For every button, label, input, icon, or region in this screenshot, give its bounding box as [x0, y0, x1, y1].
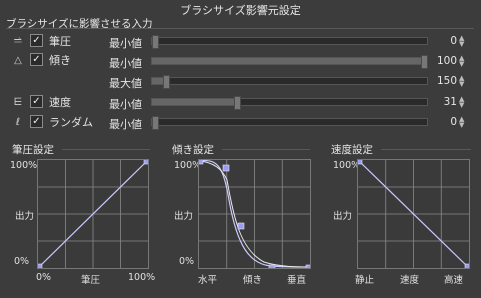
- random-icon: ℓ: [15, 117, 21, 128]
- section-divider: [6, 28, 474, 29]
- tilt-control-point: [222, 164, 230, 172]
- pen-pressure-icon: ⥬: [14, 35, 22, 46]
- speed-x-right: 高速: [444, 275, 464, 286]
- speed-graph-title: 速度設定: [331, 144, 373, 156]
- pressure-min-label: 最小値: [109, 37, 142, 50]
- tilt-control-point: [305, 264, 310, 268]
- speed-checkbox[interactable]: ✓: [30, 95, 43, 108]
- pressure-label: 筆圧: [49, 35, 71, 48]
- spin-down-icon[interactable]: ▼: [459, 41, 467, 48]
- spin-down-icon[interactable]: ▼: [459, 122, 467, 129]
- slider-thumb[interactable]: [162, 75, 170, 89]
- spin-down-icon[interactable]: ▼: [459, 81, 467, 88]
- tilt-graph-divider: [222, 149, 310, 150]
- pressure-min-value[interactable]: 0: [427, 35, 457, 47]
- pressure-y-bottom: 0%: [14, 256, 30, 267]
- random-min-spinner[interactable]: ▲ ▼: [459, 116, 467, 129]
- pressure-control-point: [143, 160, 148, 165]
- tilt-x-right: 垂直: [287, 275, 307, 286]
- pressure-min-spinner[interactable]: ▲ ▼: [459, 35, 467, 48]
- tilt-checkbox[interactable]: ✓: [30, 53, 43, 66]
- tilt-max-slider[interactable]: [151, 75, 428, 89]
- tilt-label: 傾き: [49, 54, 71, 67]
- spin-down-icon[interactable]: ▼: [459, 102, 467, 109]
- slider-fill: [152, 58, 427, 64]
- spin-down-icon[interactable]: ▼: [459, 61, 467, 68]
- speed-min-spinner[interactable]: ▲ ▼: [459, 96, 467, 109]
- tilt-max-value[interactable]: 150: [427, 75, 457, 87]
- speed-x-left: 静止: [355, 275, 375, 286]
- pressure-min-slider[interactable]: [151, 35, 428, 49]
- pressure-graph-divider: [62, 149, 150, 150]
- tilt-curve-graph[interactable]: [198, 159, 311, 269]
- tilt-control-point: [268, 264, 276, 268]
- random-checkbox[interactable]: ✓: [30, 115, 43, 128]
- speed-min-value[interactable]: 31: [427, 96, 457, 108]
- tilt-control-point: [199, 160, 204, 165]
- tilt-min-spinner[interactable]: ▲ ▼: [459, 55, 467, 68]
- tilt-y-mid: 出力: [174, 211, 194, 222]
- tilt-x-left: 水平: [198, 275, 218, 286]
- tilt-max-spinner[interactable]: ▲ ▼: [459, 75, 467, 88]
- tilt-min-label: 最小値: [109, 57, 142, 70]
- tilt-graph-title: 傾き設定: [172, 144, 214, 156]
- slider-thumb[interactable]: [152, 35, 159, 49]
- pressure-control-point: [38, 263, 43, 268]
- slider-fill: [152, 99, 238, 105]
- pressure-graph-title: 筆圧設定: [12, 144, 54, 156]
- random-min-label: 最小値: [109, 118, 142, 131]
- speed-control-point: [464, 263, 469, 268]
- pressure-checkbox[interactable]: ✓: [30, 34, 43, 47]
- slider-thumb[interactable]: [152, 116, 159, 130]
- tilt-min-slider[interactable]: [151, 55, 428, 69]
- slider-thumb[interactable]: [234, 96, 242, 110]
- pressure-x-mid: 筆圧: [81, 275, 101, 286]
- speed-min-label: 最小値: [109, 98, 142, 111]
- pressure-x-left: 0%: [36, 272, 52, 283]
- pressure-curve-graph[interactable]: [37, 159, 149, 269]
- tilt-y-bottom: 0%: [179, 256, 195, 267]
- speed-control-point: [358, 160, 363, 165]
- speed-min-slider[interactable]: [151, 96, 428, 110]
- speed-x-mid: 速度: [400, 275, 420, 286]
- speed-graph-divider: [381, 149, 471, 150]
- tilt-control-point: [237, 222, 245, 230]
- speed-icon: ⋿: [13, 97, 23, 108]
- random-min-value[interactable]: 0: [427, 116, 457, 128]
- pressure-x-right: 100%: [128, 272, 156, 283]
- pressure-y-top: 100%: [10, 160, 38, 171]
- tilt-x-mid: 傾き: [243, 275, 263, 286]
- speed-label: 速度: [49, 96, 71, 109]
- speed-curve-graph[interactable]: [357, 159, 470, 269]
- pressure-y-mid: 出力: [15, 211, 35, 222]
- tilt-min-value[interactable]: 100: [427, 55, 457, 67]
- tilt-max-label: 最大値: [109, 77, 142, 90]
- speed-y-mid: 出力: [333, 211, 353, 222]
- random-min-slider[interactable]: [151, 116, 428, 130]
- tilt-icon: △: [14, 55, 22, 66]
- random-label: ランダム: [49, 116, 93, 129]
